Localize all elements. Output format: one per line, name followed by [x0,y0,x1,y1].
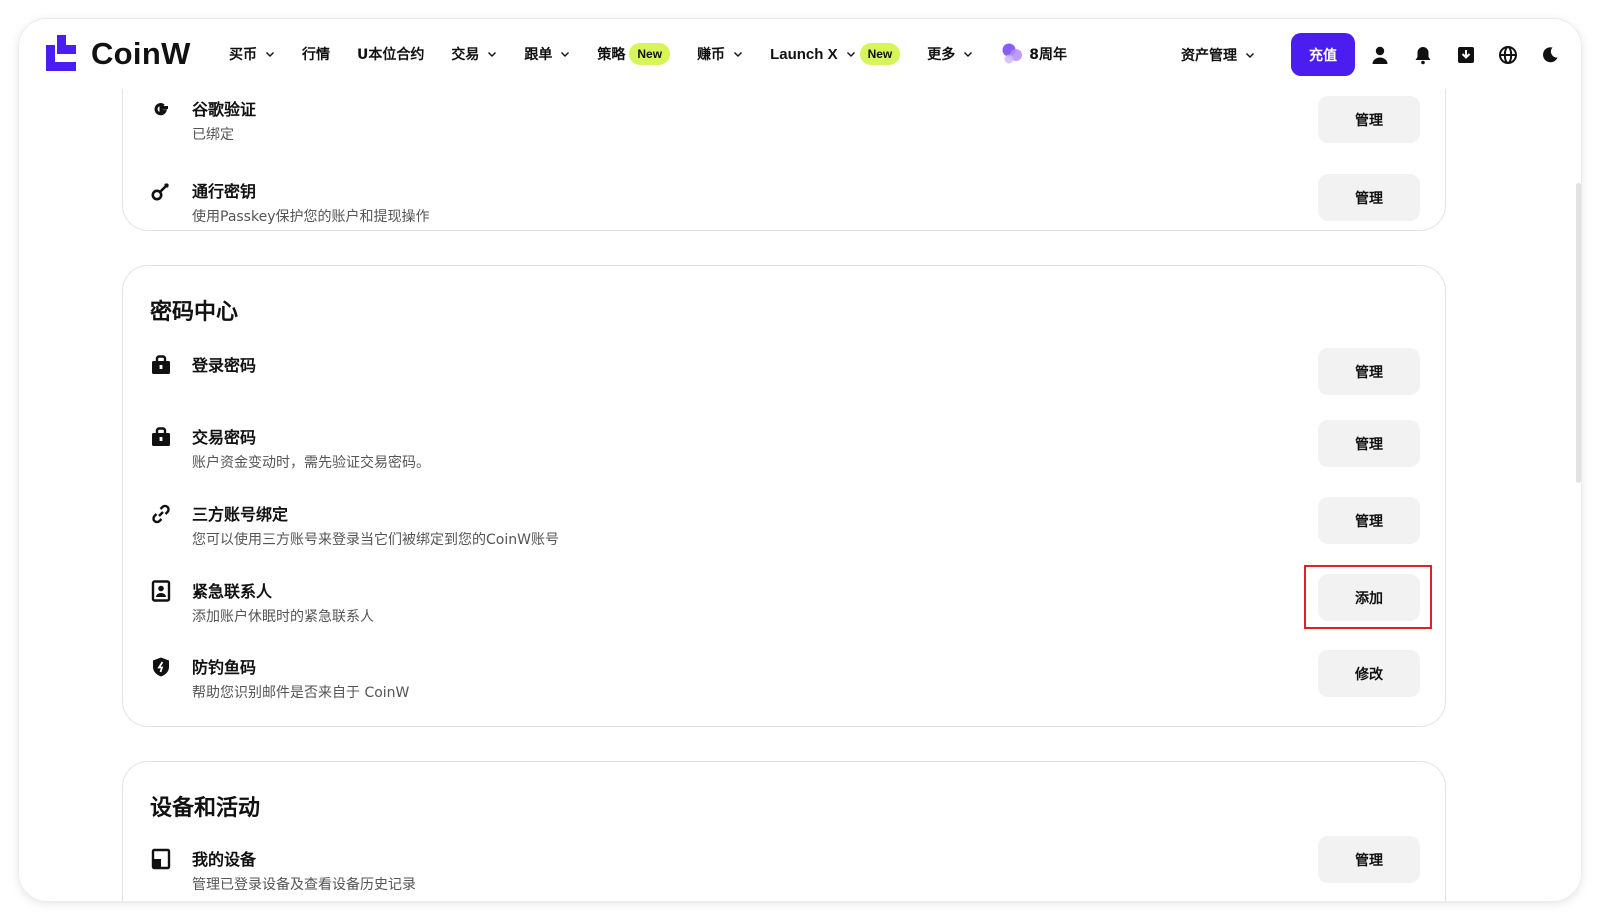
chevron-down-icon [846,52,855,57]
device-icon [151,848,171,870]
nav-label: Launch X [770,45,838,63]
google-auth-row: 谷歌验证 已绑定 管理 [123,96,1445,162]
passkey-desc: 使用Passkey保护您的账户和提现操作 [192,209,430,225]
nav-label: 赚币 [697,47,726,63]
third-party-binding-desc: 您可以使用三方账号来登录当它们被绑定到您的CoinW账号 [192,532,559,548]
new-badge: New [859,43,901,65]
nav-label: 交易 [451,47,480,63]
google-icon [154,103,168,116]
chevron-down-icon [734,52,743,57]
trade-password-manage-button[interactable]: 管理 [1318,420,1420,467]
brand-name: CoinW [91,36,191,71]
third-party-binding-title: 三方账号绑定 [192,505,289,524]
my-devices-manage-button[interactable]: 管理 [1318,836,1420,883]
my-devices-title: 我的设备 [192,850,257,869]
main-nav: 买币 行情 U本位合约 交易 跟单 策略 New 赚币 Launch X New… [229,19,1094,89]
anti-phishing-modify-button[interactable]: 修改 [1318,650,1420,697]
nav-item-earn[interactable]: 赚币 [697,44,743,64]
bell-icon[interactable] [1413,45,1433,65]
asset-management-label: 资产管理 [1181,48,1237,64]
shield-icon [153,657,169,677]
nav-item-markets[interactable]: 行情 [302,44,330,64]
nav-item-launch-x[interactable]: Launch X New [770,43,901,65]
trade-password-row: 交易密码 账户资金变动时，需先验证交易密码。 管理 [123,420,1445,484]
passkey-row: 通行密钥 使用Passkey保护您的账户和提现操作 管理 [123,174,1445,238]
google-auth-desc: 已绑定 [192,127,234,143]
chevron-down-icon [1246,53,1254,58]
trade-password-title: 交易密码 [192,428,257,447]
moon-icon[interactable] [1540,45,1560,65]
devices-title: 设备和活动 [150,796,261,821]
anti-phishing-title: 防钓鱼码 [192,658,257,677]
chevron-down-icon [964,52,973,57]
anniversary-label: 8周年 [1029,47,1068,63]
google-auth-title: 谷歌验证 [192,100,257,119]
nav-item-anniversary[interactable]: 8周年 [1000,41,1067,67]
contact-icon [151,580,171,602]
my-devices-desc: 管理已登录设备及查看设备历史记录 [192,877,416,893]
nav-item-buy-crypto[interactable]: 买币 [229,44,275,64]
anniversary-logo-icon [1002,43,1023,64]
nav-item-copy-trading[interactable]: 跟单 [524,44,570,64]
coinw-logo-mark-icon [46,35,76,71]
asset-management-menu[interactable]: 资产管理 [1181,45,1255,65]
emergency-contact-title: 紧急联系人 [192,582,273,601]
nav-label: 行情 [302,47,330,63]
passkey-title: 通行密钥 [192,182,257,201]
nav-item-more[interactable]: 更多 [927,44,973,64]
new-badge: New [629,43,671,65]
third-party-binding-row: 三方账号绑定 您可以使用三方账号来登录当它们被绑定到您的CoinW账号 管理 [123,497,1445,561]
lock-icon [152,427,170,446]
nav-label: 跟单 [524,47,553,63]
anti-phishing-desc: 帮助您识别邮件是否来自于 CoinW [192,685,410,701]
login-password-row: 登录密码 管理 [123,348,1445,412]
login-password-manage-button[interactable]: 管理 [1318,348,1420,395]
globe-icon[interactable] [1498,45,1518,65]
chevron-down-icon [488,52,497,57]
nav-item-trade[interactable]: 交易 [451,44,497,64]
third-party-binding-manage-button[interactable]: 管理 [1318,497,1420,544]
password-center-card: 密码中心 登录密码 管理 交易密码 账户资金变动时，需先验证交易密码。 管理 三… [122,265,1446,727]
coinw-logo[interactable]: CoinW [46,35,191,73]
scrollbar[interactable] [1576,183,1581,483]
my-devices-row: 我的设备 管理已登录设备及查看设备历史记录 管理 [123,836,1445,901]
anti-phishing-row: 防钓鱼码 帮助您识别邮件是否来自于 CoinW 修改 [123,650,1445,714]
link-icon [152,504,170,524]
chevron-down-icon [266,52,274,57]
nav-label: U本位合约 [357,47,425,63]
emergency-contact-desc: 添加账户休眠时的紧急联系人 [192,609,374,625]
nav-label: 更多 [927,47,956,63]
nav-item-usdt-futures[interactable]: U本位合约 [357,44,424,64]
user-icon[interactable] [1370,45,1390,65]
lock-icon [152,355,170,374]
trade-password-desc: 账户资金变动时，需先验证交易密码。 [192,455,430,471]
login-password-title: 登录密码 [192,356,257,375]
download-icon[interactable] [1456,45,1476,65]
highlight-box [1304,565,1432,629]
nav-item-strategy[interactable]: 策略 New [597,43,671,65]
chevron-down-icon [561,52,570,57]
passkey-manage-button[interactable]: 管理 [1318,174,1420,221]
nav-label: 买币 [229,47,257,63]
google-auth-manage-button[interactable]: 管理 [1318,96,1420,143]
nav-label: 策略 [597,47,626,63]
password-center-title: 密码中心 [150,300,239,325]
emergency-contact-row: 紧急联系人 添加账户休眠时的紧急联系人 添加 [123,574,1445,638]
devices-card: 设备和活动 我的设备 管理已登录设备及查看设备历史记录 管理 [122,761,1446,901]
browser-window: 谷歌验证 已绑定 管理 通行密钥 使用Passkey保护您的账户和提现操作 管理… [19,19,1581,901]
top-nav-bar: CoinW 买币 行情 U本位合约 交易 跟单 策略 New 赚币 Launch… [19,19,1581,89]
key-icon [151,183,169,201]
deposit-button[interactable]: 充值 [1291,33,1355,76]
